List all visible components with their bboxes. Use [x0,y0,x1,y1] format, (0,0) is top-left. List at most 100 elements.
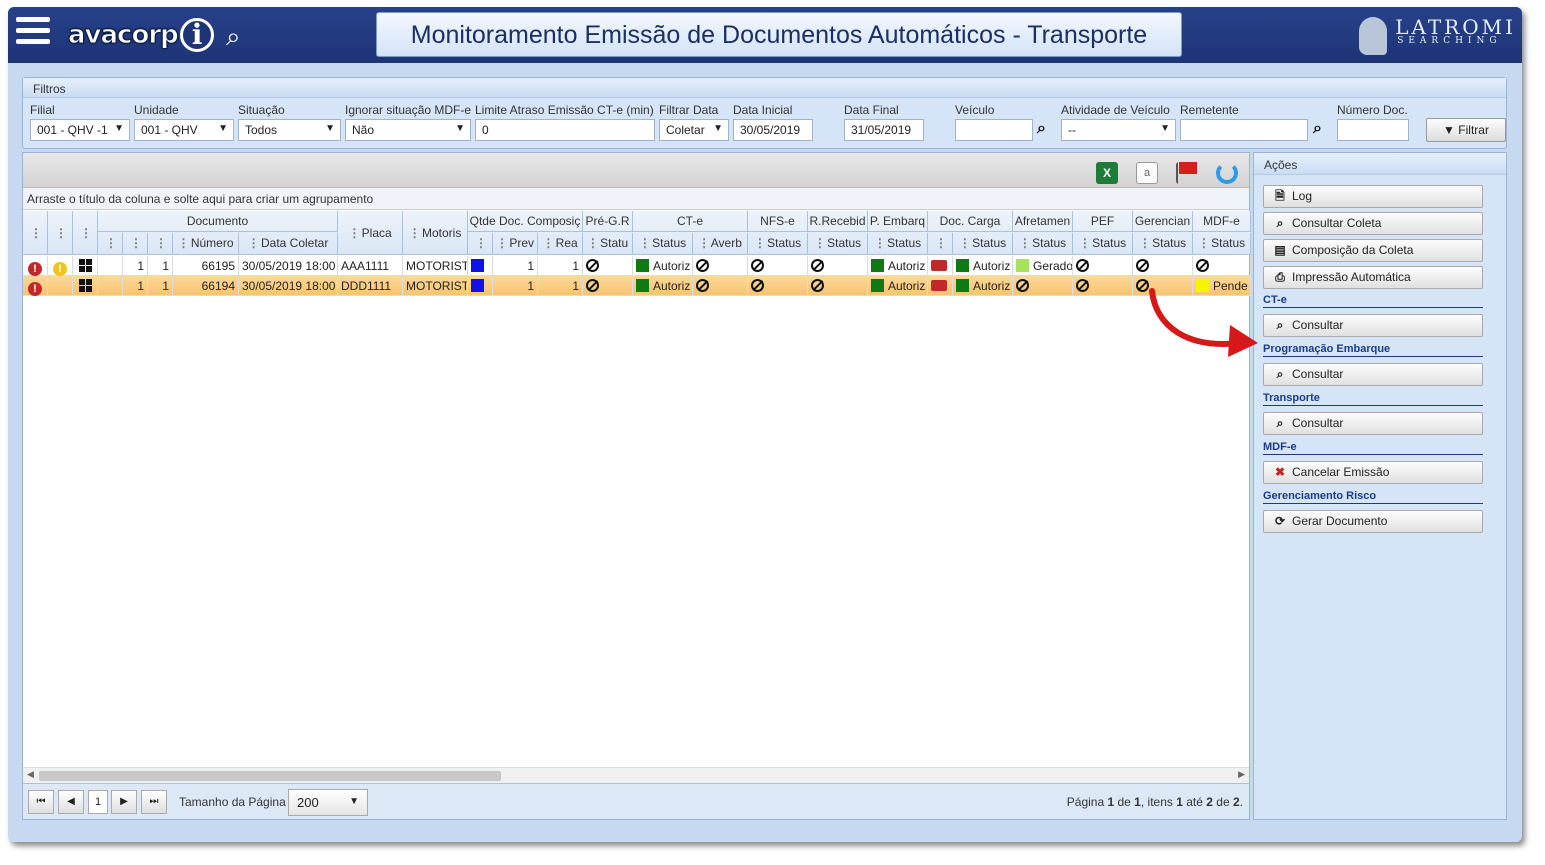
situacao-select[interactable]: Todos ▼ [238,119,341,141]
col-afretamento[interactable]: Afretamen [1013,211,1073,232]
horizontal-scrollbar[interactable]: ◀ ▶ [23,767,1249,783]
transp-consultar-button[interactable]: ⌕ Consultar [1263,412,1483,435]
col-real[interactable]: ⋮ Rea [538,233,583,254]
flag-icon[interactable] [1176,162,1198,184]
search-icon: ⌕ [1276,216,1284,230]
col-grip[interactable]: ⋮ [23,211,48,255]
unidade-select[interactable]: 001 - QHV ▼ [134,119,234,141]
col-mdfe[interactable]: MDF-e [1193,211,1251,232]
prog-consultar-button[interactable]: ⌕ Consultar [1263,363,1483,386]
col-pre-gr[interactable]: Pré-G.R [583,211,633,232]
col-ger-status[interactable]: ⋮ Status [1133,233,1193,254]
col-prev[interactable]: ⋮ Prev [493,233,538,254]
col-placa[interactable]: ⋮ Placa [338,211,403,255]
last-page-icon[interactable]: ⏭ [141,790,167,814]
truck-icon[interactable] [928,276,953,296]
page-size-select[interactable]: 200 ▼ [288,789,368,816]
data-final-input[interactable]: 31/05/2019 [844,119,924,141]
cell-data: 30/05/2019 18:00 [239,276,338,296]
col-pregr-status[interactable]: ⋮ Statu [583,233,633,254]
col-grip[interactable]: ⋮ [123,233,148,254]
col-grip[interactable]: ⋮ [98,233,123,254]
col-grip[interactable]: ⋮ [928,233,953,254]
table-row[interactable]: ! ! 1 1 66195 30/05/2019 18:00 AAA1111 M… [23,256,1251,276]
col-qtde[interactable]: Qtde Doc. Composiç [468,211,583,232]
cte-consultar-button[interactable]: ⌕ Consultar [1263,314,1483,337]
cell-real: 1 [538,256,583,276]
col-cte[interactable]: CT-e [633,211,748,232]
composicao-button[interactable]: ▤ Composição da Coleta [1263,239,1483,262]
grid-view-icon[interactable] [73,256,98,276]
col-motorista[interactable]: ⋮ Motoris [403,211,468,255]
col-grip[interactable]: ⋮ [48,211,73,255]
filtrar-data-select[interactable]: Coletar ▼ [659,119,729,141]
grid-view-icon[interactable] [73,276,98,296]
col-cte-averb[interactable]: ⋮ Averb [693,233,748,254]
search-icon: ⌕ [1276,318,1284,332]
prev-page-icon[interactable]: ◀ [58,790,84,814]
status-square-blue [468,256,493,276]
cell-real: 1 [538,276,583,296]
text-export-icon[interactable]: a [1136,162,1158,184]
col-pef-status[interactable]: ⋮ Status [1073,233,1133,254]
excel-export-icon[interactable]: X [1096,162,1118,184]
search-icon: ⌕ [1276,416,1284,430]
consultar-coleta-button[interactable]: ⌕ Consultar Coleta [1263,212,1483,235]
atividade-label: Atividade de Veículo [1061,103,1170,117]
menu-icon[interactable] [16,17,50,49]
filtrar-button[interactable]: ▼ Filtrar [1426,118,1506,142]
impressao-button[interactable]: ⎙ Impressão Automática [1263,266,1483,289]
alert-yellow-icon: ! [48,256,73,276]
actions-title: Ações [1254,153,1506,175]
remetente-search-icon[interactable]: ⌕ [1313,120,1322,138]
col-nfse-status[interactable]: ⋮ Status [748,233,808,254]
col-pef[interactable]: PEF [1073,211,1133,232]
col-gerenciamento[interactable]: Gerencian [1133,211,1193,232]
col-data-coletar[interactable]: ⋮ Data Coletar [239,233,338,254]
atividade-select[interactable]: -- ▼ [1061,119,1176,141]
dropdown-icon: ▼ [455,123,465,134]
col-pembarque[interactable]: P. Embarq [868,211,928,232]
remetente-input[interactable] [1180,119,1308,141]
alert-red-icon: ! [23,256,48,276]
col-grip[interactable]: ⋮ [468,233,493,254]
col-rrec-status[interactable]: ⋮ Status [808,233,868,254]
cell-pemb-status: Autoriz [868,276,928,296]
veiculo-search-icon[interactable]: ⌕ [1037,120,1046,138]
filial-select[interactable]: 001 - QHV -1 ▼ [30,119,130,141]
col-rrecebido[interactable]: R.Recebid [808,211,868,232]
col-afret-status[interactable]: ⋮ Status [1013,233,1073,254]
refresh-icon[interactable] [1216,162,1238,184]
page-number[interactable]: 1 [88,790,108,814]
scrollbar-thumb[interactable] [39,771,501,781]
col-mdfe-status[interactable]: ⋮ Status [1193,233,1251,254]
col-grip[interactable]: ⋮ [73,211,98,255]
next-page-icon[interactable]: ▶ [111,790,137,814]
scroll-left-icon[interactable]: ◀ [27,769,34,780]
data-inicial-input[interactable]: 30/05/2019 [733,119,813,141]
col-doc-status[interactable]: ⋮ Status [953,233,1013,254]
col-grip[interactable]: ⋮ [148,233,173,254]
scroll-right-icon[interactable]: ▶ [1238,769,1245,780]
first-page-icon[interactable]: ⏮ [28,790,54,814]
col-pemb-status[interactable]: ⋮ Status [868,233,928,254]
cell-c2: 1 [148,256,173,276]
actions-panel: Ações 🗎 Log ⌕ Consultar Coleta ▤ Composição… [1253,152,1507,820]
truck-icon[interactable] [928,256,953,276]
search-icon[interactable]: ⌕ [226,21,241,53]
blocked-icon [583,276,633,296]
table-row-selected[interactable]: ! 1 1 66194 30/05/2019 18:00 DDD1111 MOT… [23,276,1251,296]
log-button[interactable]: 🗎 Log [1263,185,1483,208]
numero-doc-input[interactable] [1337,119,1409,141]
cell-placa: DDD1111 [338,276,403,296]
ignorar-select[interactable]: Não ▼ [345,119,471,141]
veiculo-input[interactable] [955,119,1033,141]
gerar-documento-button[interactable]: ⟳ Gerar Documento [1263,510,1483,533]
col-documento[interactable]: Documento [98,211,338,232]
limite-input[interactable]: 0 [475,119,655,141]
col-doccarga[interactable]: Doc. Carga [928,211,1013,232]
col-nfse[interactable]: NFS-e [748,211,808,232]
col-cte-status[interactable]: ⋮ Status [633,233,693,254]
cancelar-emissao-button[interactable]: ✖ Cancelar Emissão [1263,461,1483,484]
col-numero[interactable]: ⋮ Número [173,233,239,254]
